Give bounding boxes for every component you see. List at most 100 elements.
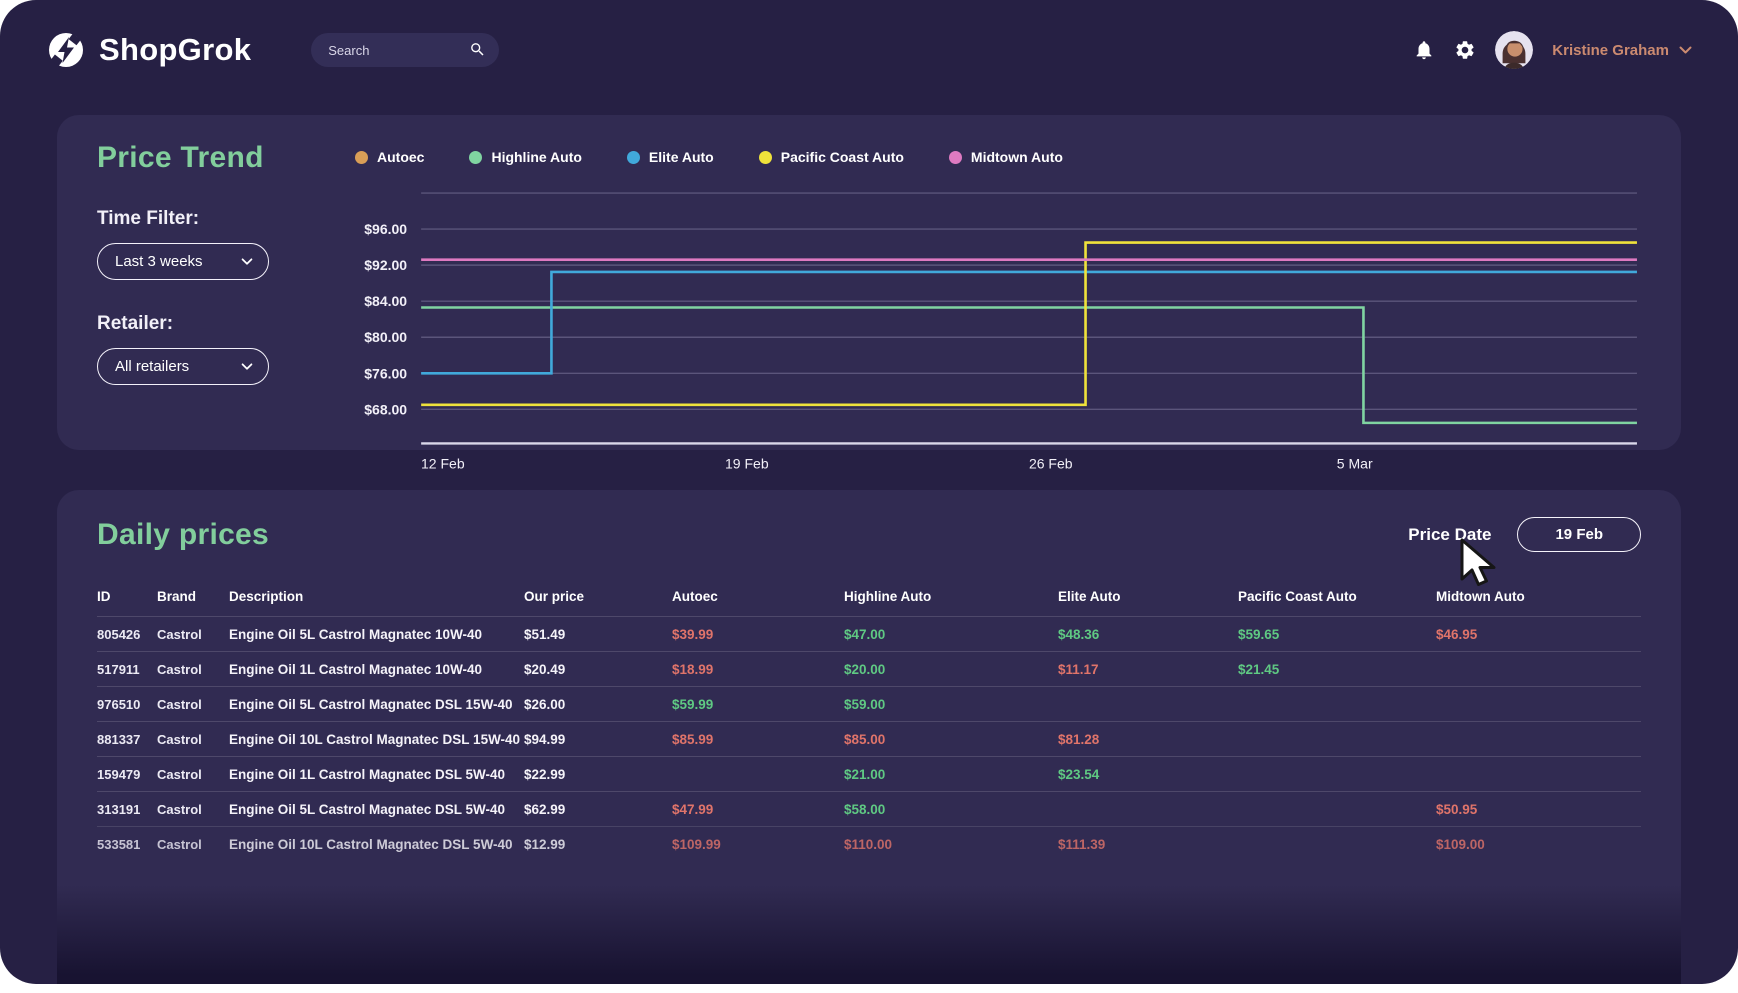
cell-highline-auto-price: $21.00 <box>844 766 886 782</box>
y-axis-label: $84.00 <box>364 293 407 309</box>
cell-our-price: $94.99 <box>524 731 566 747</box>
table-header-row: ID Brand Description Our price Autoec Highlin… <box>97 576 1641 616</box>
cell-pacific-coast-auto-price: $59.65 <box>1238 626 1280 642</box>
x-axis-label: 19 Feb <box>725 455 769 469</box>
time-filter-value: Last 3 weeks <box>115 253 203 270</box>
cell-description: Engine Oil 10L Castrol Magnatec DSL 5W-4… <box>229 836 513 852</box>
cell-midtown-auto-price: $50.95 <box>1436 801 1478 817</box>
cell-midtown-auto-price: $109.00 <box>1436 836 1485 852</box>
retailer-filter-label: Retailer: <box>97 313 174 334</box>
cell-brand: Castrol <box>157 836 202 852</box>
cell-description: Engine Oil 5L Castrol Magnatec DSL 5W-40 <box>229 801 506 817</box>
topbar: ShopGrok Search Kristine Graham <box>0 0 1738 100</box>
x-axis-label: 26 Feb <box>1029 455 1073 469</box>
series-line-pacific-coast-auto <box>421 241 1637 407</box>
cell-highline-auto-price: $58.00 <box>844 801 886 817</box>
y-axis-label: $76.00 <box>364 365 407 381</box>
cell-elite-auto-price: $81.28 <box>1058 731 1100 747</box>
daily-prices-card: Daily prices Price Date 19 Feb ID Brand De… <box>57 490 1681 984</box>
price-date-control: Price Date 19 Feb <box>1408 517 1641 552</box>
time-filter-select[interactable]: Last 3 weeks <box>97 243 269 280</box>
table-row: 881337 Castrol Engine Oil 10L Castrol Magn… <box>97 721 1641 756</box>
cell-brand: Castrol <box>157 766 202 782</box>
column-header-our-price: Our price <box>524 588 585 604</box>
search-bar <box>311 33 500 67</box>
price-trend-chart-area: Autoec Highline Auto Elite Auto Pacific Coa… <box>349 141 1643 469</box>
cell-id: 517911 <box>97 661 140 677</box>
legend-item-highline-auto[interactable]: Highline Auto <box>469 149 582 165</box>
cell-elite-auto-price: $48.36 <box>1058 626 1100 642</box>
cell-our-price: $12.99 <box>524 836 566 852</box>
cell-id: 533581 <box>97 836 141 852</box>
table-row: 805426 Castrol Engine Oil 5L Castrol Magna… <box>97 616 1641 651</box>
cell-midtown-auto-price: $46.95 <box>1436 626 1478 642</box>
column-header-autoec: Autoec <box>672 588 718 604</box>
cell-elite-auto-price: $23.54 <box>1058 766 1100 782</box>
y-axis-label: $68.00 <box>364 401 407 417</box>
price-date-button[interactable]: 19 Feb <box>1517 517 1641 552</box>
cell-elite-auto-price: $11.17 <box>1058 661 1099 677</box>
table-row: 517911 Castrol Engine Oil 1L Castrol Magna… <box>97 651 1641 686</box>
cell-highline-auto-price: $85.00 <box>844 731 886 747</box>
shopgrok-logo[interactable]: ShopGrok <box>46 30 251 70</box>
table-row: 976510 Castrol Engine Oil 5L Castrol Magna… <box>97 686 1641 721</box>
user-menu[interactable]: Kristine Graham <box>1552 42 1692 59</box>
column-header-id: ID <box>97 588 111 604</box>
cell-description: Engine Oil 1L Castrol Magnatec DSL 5W-40 <box>229 766 506 782</box>
cell-autoec-price: $109.99 <box>672 836 721 852</box>
settings-gear-icon[interactable] <box>1454 39 1476 61</box>
retailer-select[interactable]: All retailers <box>97 348 269 385</box>
legend-item-autoec[interactable]: Autoec <box>355 149 424 165</box>
chevron-down-icon <box>241 257 253 265</box>
cell-id: 805426 <box>97 626 141 642</box>
legend-item-midtown-auto[interactable]: Midtown Auto <box>948 149 1063 165</box>
user-avatar[interactable] <box>1495 31 1534 69</box>
table-row: 159479 Castrol Engine Oil 1L Castrol Magna… <box>97 756 1641 791</box>
price-trend-card: Price Trend Time Filter: Last 3 weeks Re… <box>57 115 1681 469</box>
y-axis-label: $96.00 <box>364 221 407 237</box>
y-axis-label: $92.00 <box>364 257 407 273</box>
cell-brand: Castrol <box>157 801 202 817</box>
cell-brand: Castrol <box>157 626 202 642</box>
cell-brand: Castrol <box>157 731 202 747</box>
legend-label: Highline Auto <box>491 149 582 165</box>
cell-autoec-price: $59.99 <box>672 696 714 712</box>
cell-description: Engine Oil 10L Castrol Magnatec DSL 15W-… <box>229 731 521 747</box>
app-title: ShopGrok <box>99 32 252 67</box>
cell-description: Engine Oil 1L Castrol Magnatec 10W-40 <box>229 661 483 677</box>
user-name: Kristine Graham <box>1552 41 1669 59</box>
cell-autoec-price: $18.99 <box>672 661 714 677</box>
column-header-pacific-coast-auto: Pacific Coast Auto <box>1238 588 1357 604</box>
cell-highline-auto-price: $20.00 <box>844 661 886 677</box>
column-header-description: Description <box>229 588 304 604</box>
cell-id: 976510 <box>97 696 141 712</box>
y-axis-label: $80.00 <box>364 329 407 345</box>
cell-description: Engine Oil 5L Castrol Magnatec 10W-40 <box>229 626 483 642</box>
cell-autoec-price: $39.99 <box>672 626 714 642</box>
cell-our-price: $20.49 <box>524 661 566 677</box>
table-bottom-fade <box>57 885 1681 984</box>
search-icon[interactable] <box>469 41 486 63</box>
legend-label: Autoec <box>377 149 425 165</box>
cell-description: Engine Oil 5L Castrol Magnatec DSL 15W-4… <box>229 696 513 712</box>
app-window: ShopGrok Search Kristine Graham Price Tr… <box>0 0 1738 984</box>
legend-label: Pacific Coast Auto <box>780 149 904 165</box>
legend-dot <box>355 150 368 164</box>
daily-prices-table: ID Brand Description Our price Autoec Highlin… <box>97 576 1641 861</box>
cell-pacific-coast-auto-price: $21.45 <box>1238 661 1280 677</box>
column-header-highline-auto: Highline Auto <box>844 588 932 604</box>
price-trend-controls: Price Trend Time Filter: Last 3 weeks Re… <box>97 141 349 426</box>
price-trend-chart: $96.00 $92.00 $84.00 $80.00 $76.00 $68.00 12 F… <box>364 192 1637 469</box>
shopgrok-logo-icon <box>49 33 83 67</box>
time-filter-label: Time Filter: <box>97 208 200 229</box>
legend-item-elite-auto[interactable]: Elite Auto <box>626 149 714 165</box>
cell-highline-auto-price: $59.00 <box>844 696 886 712</box>
chart-legend: Autoec Highline Auto Elite Auto Pacific Coa… <box>349 141 1643 177</box>
cell-brand: Castrol <box>157 696 202 712</box>
notifications-bell-icon[interactable] <box>1413 39 1435 61</box>
daily-prices-header: Daily prices Price Date 19 Feb <box>97 517 1641 552</box>
cell-autoec-price: $47.99 <box>672 801 714 817</box>
legend-dot <box>948 150 962 164</box>
legend-item-pacific-coast-auto[interactable]: Pacific Coast Auto <box>758 149 904 165</box>
price-date-label: Price Date <box>1408 524 1492 544</box>
